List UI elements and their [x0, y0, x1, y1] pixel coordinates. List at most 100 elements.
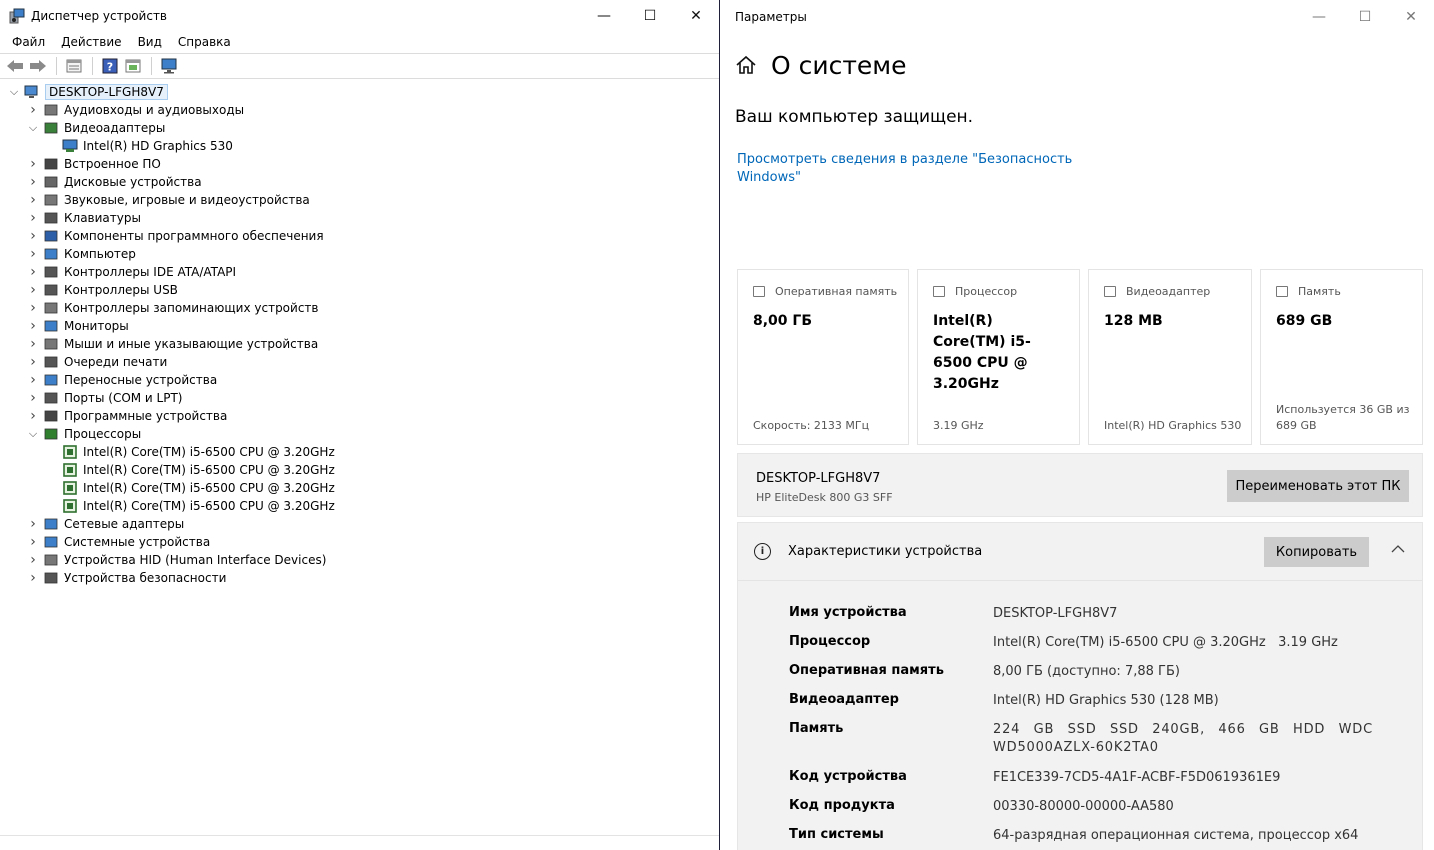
tree-category[interactable]: › Звуковые, игровые и видеоустройства — [0, 191, 719, 209]
settings-titlebar: Параметры — ☐ ✕ — [721, 0, 1434, 34]
tree-device[interactable]: Intel(R) Core(TM) i5-6500 CPU @ 3.20GHz — [0, 443, 719, 461]
chevron-right-icon[interactable]: › — [27, 210, 39, 226]
storage-card-value: 689 GB — [1276, 313, 1333, 329]
chevron-right-icon[interactable]: › — [27, 408, 39, 424]
gpu-card: Видеоадаптер 128 MB Intel(R) HD Graphics… — [1088, 269, 1252, 445]
tree-category[interactable]: › Программные устройства — [0, 407, 719, 425]
dm-close-button[interactable]: ✕ — [673, 0, 719, 32]
processor-icon — [43, 427, 59, 441]
tree-category[interactable]: › Клавиатуры — [0, 209, 719, 227]
security-link[interactable]: Просмотреть сведения в разделе "Безопасн… — [737, 151, 1077, 187]
ram-card-sub: Скорость: 2133 МГц — [753, 419, 870, 432]
chevron-right-icon[interactable]: › — [27, 156, 39, 172]
tree-category[interactable]: › Устройства HID (Human Interface Devices… — [0, 551, 719, 569]
chevron-right-icon[interactable]: › — [27, 534, 39, 550]
gpu-card-title: Видеоадаптер — [1126, 285, 1211, 298]
chevron-right-icon[interactable]: › — [27, 336, 39, 352]
gpu-icon — [1104, 286, 1116, 297]
chevron-right-icon[interactable]: › — [27, 174, 39, 190]
forward-button[interactable] — [27, 56, 49, 76]
chevron-right-icon[interactable]: › — [27, 246, 39, 262]
print-queue-icon — [43, 355, 59, 369]
settings-minimize-button[interactable]: — — [1296, 0, 1342, 34]
chevron-right-icon[interactable]: › — [27, 264, 39, 280]
dm-window-title: Диспетчер устройств — [31, 9, 168, 23]
settings-close-button[interactable]: ✕ — [1388, 0, 1434, 34]
home-icon[interactable] — [735, 54, 757, 76]
port-icon — [43, 391, 59, 405]
software-component-icon — [43, 229, 59, 243]
dm-maximize-button[interactable]: ☐ — [627, 0, 673, 32]
help-button[interactable]: ? — [99, 56, 121, 76]
chevron-right-icon[interactable]: › — [27, 516, 39, 532]
chevron-right-icon[interactable]: › — [27, 102, 39, 118]
computer-icon — [24, 85, 40, 99]
tree-device[interactable]: Intel(R) Core(TM) i5-6500 CPU @ 3.20GHz — [0, 497, 719, 515]
rename-pc-button[interactable]: Переименовать этот ПК — [1227, 470, 1409, 502]
tree-category-label: Системные устройства — [64, 535, 211, 549]
chevron-right-icon[interactable]: › — [27, 552, 39, 568]
spec-value-storage: 224 GB SSD SSD 240GB, 466 GB HDD WDC WD5… — [993, 722, 1373, 755]
tree-category[interactable]: › Переносные устройства — [0, 371, 719, 389]
properties-button[interactable] — [63, 56, 85, 76]
chevron-right-icon[interactable]: › — [27, 570, 39, 586]
chevron-right-icon[interactable]: › — [27, 390, 39, 406]
chevron-right-icon[interactable]: › — [27, 354, 39, 370]
settings-maximize-button[interactable]: ☐ — [1342, 0, 1388, 34]
menu-file[interactable]: Файл — [4, 35, 53, 49]
tree-category[interactable]: › Компьютер — [0, 245, 719, 263]
sound-icon — [43, 193, 59, 207]
close-icon: ✕ — [690, 8, 702, 24]
tree-category[interactable]: › Очереди печати — [0, 353, 719, 371]
chevron-right-icon[interactable]: › — [27, 228, 39, 244]
chevron-right-icon[interactable]: › — [27, 192, 39, 208]
menu-help[interactable]: Справка — [170, 35, 239, 49]
tree-device[interactable]: Intel(R) Core(TM) i5-6500 CPU @ 3.20GHz — [0, 479, 719, 497]
chevron-right-icon[interactable]: › — [27, 282, 39, 298]
device-specs-header[interactable]: i Характеристики устройства Копировать — [738, 523, 1422, 581]
chevron-up-icon[interactable] — [1390, 541, 1406, 557]
tree-category[interactable]: › Мыши и иные указывающие устройства — [0, 335, 719, 353]
tree-category-label: Программные устройства — [64, 409, 228, 423]
processor-icon — [62, 481, 78, 495]
tree-root-computer[interactable]: ⌵ DESKTOP-LFGH8V7 — [0, 83, 719, 101]
tree-category[interactable]: › Дисковые устройства — [0, 173, 719, 191]
dm-minimize-button[interactable]: — — [581, 0, 627, 32]
tree-device[interactable]: Intel(R) HD Graphics 530 — [0, 137, 719, 155]
tree-category[interactable]: › Сетевые адаптеры — [0, 515, 719, 533]
display-adapter-icon — [62, 139, 78, 153]
cpu-card-title: Процессор — [955, 285, 1018, 298]
menu-action[interactable]: Действие — [53, 35, 129, 49]
copy-specs-button[interactable]: Копировать — [1264, 537, 1369, 567]
tree-category[interactable]: › Аудиовходы и аудиовыходы — [0, 101, 719, 119]
svg-text:?: ? — [107, 61, 113, 74]
tree-category-label: Компьютер — [64, 247, 136, 261]
tree-category[interactable]: › Контроллеры USB — [0, 281, 719, 299]
tree-category[interactable]: › Мониторы — [0, 317, 719, 335]
chevron-right-icon[interactable]: › — [27, 372, 39, 388]
tree-category[interactable]: › Компоненты программного обеспечения — [0, 227, 719, 245]
usb-icon — [43, 283, 59, 297]
tree-category[interactable]: › Устройства безопасности — [0, 569, 719, 587]
chevron-right-icon[interactable]: › — [27, 300, 39, 316]
tree-category[interactable]: › Контроллеры запоминающих устройств — [0, 299, 719, 317]
back-button[interactable] — [4, 56, 26, 76]
menu-view[interactable]: Вид — [130, 35, 170, 49]
chevron-down-icon[interactable]: ⌵ — [8, 85, 20, 98]
tree-category[interactable]: › Порты (COM и LPT) — [0, 389, 719, 407]
tree-category[interactable]: › Системные устройства — [0, 533, 719, 551]
tree-device[interactable]: Intel(R) Core(TM) i5-6500 CPU @ 3.20GHz — [0, 461, 719, 479]
tree-category-label: Контроллеры IDE ATA/ATAPI — [64, 265, 237, 279]
tree-category[interactable]: ⌵ Процессоры — [0, 425, 719, 443]
chevron-down-icon[interactable]: ⌵ — [27, 121, 39, 134]
tree-category[interactable]: ⌵ Видеоадаптеры — [0, 119, 719, 137]
spec-value-gpu: Intel(R) HD Graphics 530 (128 MB) — [993, 693, 1219, 708]
action-view-button[interactable] — [122, 56, 144, 76]
tree-category[interactable]: › Контроллеры IDE ATA/ATAPI — [0, 263, 719, 281]
forward-arrow-icon — [30, 60, 46, 72]
tree-category[interactable]: › Встроенное ПО — [0, 155, 719, 173]
chevron-down-icon[interactable]: ⌵ — [27, 427, 39, 440]
spec-label-product-id: Код продукта — [789, 798, 895, 813]
scan-hardware-button[interactable] — [158, 56, 180, 76]
chevron-right-icon[interactable]: › — [27, 318, 39, 334]
